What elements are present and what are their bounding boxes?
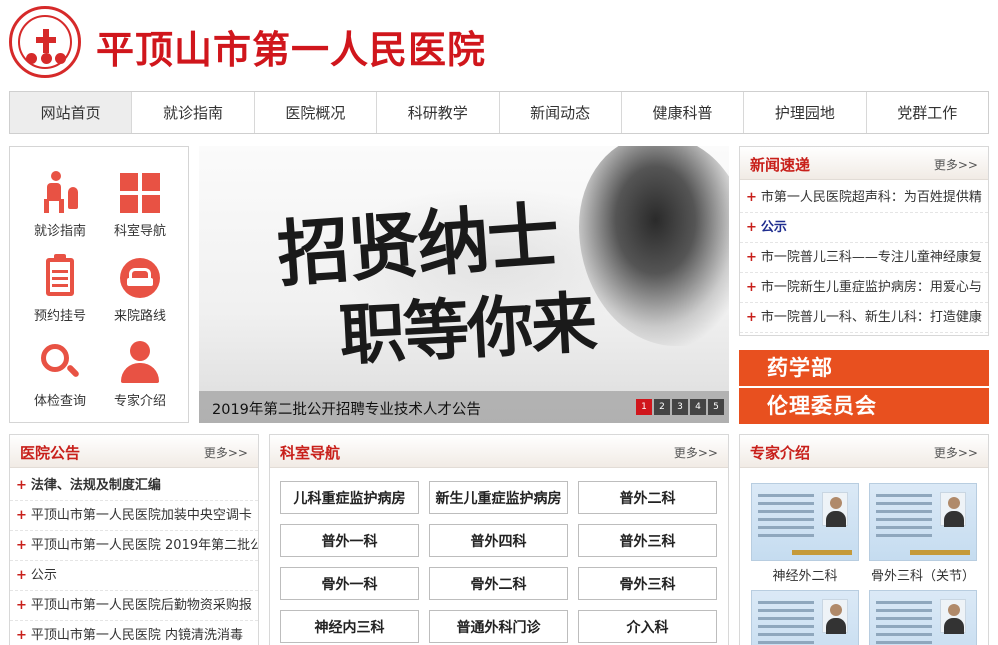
- clipboard-icon: [38, 254, 82, 300]
- quick-link-route[interactable]: 来院路线: [100, 242, 180, 324]
- notices-panel: 医院公告 更多>> + 法律、法规及制度汇编 + 平顶山市第一人民医院加装中央空调卡…: [9, 434, 259, 645]
- quick-link-label: 来院路线: [113, 309, 166, 324]
- hospital-logo-seal[interactable]: [9, 6, 81, 78]
- banner-page-1[interactable]: 1: [636, 399, 652, 415]
- nav-item-research-teaching[interactable]: 科研教学: [377, 92, 500, 133]
- ethics-committee-banner[interactable]: 伦理委员会: [739, 388, 989, 424]
- quick-link-checkup-query[interactable]: 体检查询: [20, 327, 100, 409]
- dept-button[interactable]: 介入科: [578, 610, 717, 643]
- banner-caption-bar: 2019年第二批公开招聘专业技术人才公告 1 2 3 4 5: [199, 391, 729, 423]
- site-header: 平顶山市第一人民医院: [0, 0, 998, 85]
- nav-item-health-science[interactable]: 健康科普: [622, 92, 745, 133]
- expert-profile-image: [751, 483, 859, 561]
- news-panel: 新闻速递 更多>> + 市第一人民医院超声科：为百姓提供精 + 公示 + 市一院普儿三…: [739, 146, 989, 336]
- departments-panel: 科室导航 更多>> 儿科重症监护病房 新生儿重症监护病房 普外二科 普外一科 普…: [269, 434, 729, 645]
- banner-pager: 1 2 3 4 5: [636, 399, 724, 415]
- dept-button[interactable]: 普通外科门诊: [429, 610, 568, 643]
- news-item[interactable]: + 市一院普儿三科——专注儿童神经康复: [740, 243, 988, 273]
- dept-button[interactable]: 新生儿重症监护病房: [429, 481, 568, 514]
- panel-header: 科室导航 更多>>: [270, 435, 728, 468]
- dept-button[interactable]: 普外四科: [429, 524, 568, 557]
- notice-item[interactable]: + 平顶山市第一人民医院 2019年第二批公: [10, 531, 258, 561]
- notices-list: + 法律、法规及制度汇编 + 平顶山市第一人民医院加装中央空调卡 + 平顶山市第一人民…: [10, 468, 258, 645]
- notice-item[interactable]: + 平顶山市第一人民医院加装中央空调卡: [10, 501, 258, 531]
- expert-dept: 神经外二科: [772, 569, 838, 584]
- nav-item-party-work[interactable]: 党群工作: [867, 92, 988, 133]
- banner-page-4[interactable]: 4: [690, 399, 706, 415]
- experts-panel: 专家介绍 更多>> 神经外二科 骨外三科（关节）: [739, 434, 989, 645]
- car-icon: [118, 256, 162, 300]
- expert-card[interactable]: 骨外三科（关节）: [869, 483, 977, 584]
- dept-button[interactable]: 神经内三科: [280, 610, 419, 643]
- notice-item[interactable]: + 平顶山市第一人民医院后勤物资采购报: [10, 591, 258, 621]
- banner-subheadline: 职等你来: [337, 283, 598, 375]
- news-item[interactable]: + 市一院新生儿重症监护病房：用爱心与: [740, 273, 988, 303]
- panel-title: 新闻速递: [750, 156, 811, 174]
- person-icon: [118, 341, 162, 385]
- walking-people-icon: [38, 171, 82, 215]
- banner-page-5[interactable]: 5: [708, 399, 724, 415]
- experts-more-link[interactable]: 更多>>: [934, 444, 978, 461]
- nav-item-visit-guide[interactable]: 就诊指南: [132, 92, 255, 133]
- expert-card[interactable]: [751, 590, 859, 645]
- nav-item-home[interactable]: 网站首页: [10, 92, 133, 133]
- quick-link-label: 专家介绍: [113, 394, 166, 409]
- expert-profile-image: [869, 483, 977, 561]
- quick-link-dept-nav[interactable]: 科室导航: [100, 157, 180, 239]
- banner-page-2[interactable]: 2: [654, 399, 670, 415]
- quick-link-label: 体检查询: [33, 394, 86, 409]
- dept-button[interactable]: 儿科重症监护病房: [280, 481, 419, 514]
- panel-header: 新闻速递 更多>>: [740, 147, 988, 180]
- dept-button[interactable]: 普外三科: [578, 524, 717, 557]
- recruitment-banner[interactable]: 招贤纳士 职等你来 2019年第二批公开招聘专业技术人才公告 1 2 3 4 5: [199, 146, 729, 423]
- quick-link-label: 就诊指南: [33, 224, 86, 239]
- dept-button[interactable]: 骨外一科: [280, 567, 419, 600]
- news-item[interactable]: + 公示: [740, 213, 988, 243]
- dept-button[interactable]: 普外一科: [280, 524, 419, 557]
- notices-more-link[interactable]: 更多>>: [204, 444, 248, 461]
- expert-profile-image: [869, 590, 977, 645]
- notice-item[interactable]: + 法律、法规及制度汇编: [10, 471, 258, 501]
- banner-page-3[interactable]: 3: [672, 399, 688, 415]
- nav-item-news[interactable]: 新闻动态: [500, 92, 622, 133]
- news-item[interactable]: + 市一院普儿一科、新生儿科：打造健康: [740, 303, 988, 333]
- nav-item-hospital-overview[interactable]: 医院概况: [255, 92, 378, 133]
- expert-profile-image: [751, 590, 859, 645]
- quick-links-panel: 就诊指南 科室导航 预约挂号 来院路线 体检查询 专家介绍: [9, 146, 189, 423]
- dept-button[interactable]: 骨外三科: [578, 567, 717, 600]
- news-item[interactable]: + 市第一人民医院超声科：为百姓提供精: [740, 183, 988, 213]
- flower-emblem-icon: [26, 53, 66, 65]
- pharmacy-dept-banner[interactable]: 药学部: [739, 350, 989, 386]
- dept-button[interactable]: 骨外二科: [429, 567, 568, 600]
- quick-link-experts[interactable]: 专家介绍: [100, 327, 180, 409]
- nav-item-nursing[interactable]: 护理园地: [744, 92, 867, 133]
- panel-title: 医院公告: [20, 444, 81, 462]
- panel-title: 科室导航: [280, 444, 341, 462]
- panel-header: 医院公告 更多>>: [10, 435, 258, 468]
- magnifier-icon: [38, 341, 82, 385]
- expert-card[interactable]: [869, 590, 977, 645]
- quick-link-appointment[interactable]: 预约挂号: [20, 242, 100, 324]
- notice-item[interactable]: + 公示: [10, 561, 258, 591]
- banner-caption[interactable]: 2019年第二批公开招聘专业技术人才公告: [212, 398, 481, 419]
- news-more-link[interactable]: 更多>>: [934, 156, 978, 173]
- news-list: + 市第一人民医院超声科：为百姓提供精 + 公示 + 市一院普儿三科——专注儿童神经康…: [740, 180, 988, 333]
- panel-title: 专家介绍: [750, 444, 811, 462]
- expert-dept: 骨外三科（关节）: [870, 569, 975, 584]
- quick-link-label: 科室导航: [113, 224, 166, 239]
- main-nav: 网站首页 就诊指南 医院概况 科研教学 新闻动态 健康科普 护理园地 党群工作: [9, 91, 989, 134]
- departments-grid: 儿科重症监护病房 新生儿重症监护病房 普外二科 普外一科 普外四科 普外三科 骨…: [280, 481, 720, 643]
- site-title: 平顶山市第一人民医院: [96, 27, 487, 72]
- dept-button[interactable]: 普外二科: [578, 481, 717, 514]
- expert-card[interactable]: 神经外二科: [751, 483, 859, 584]
- quick-link-label: 预约挂号: [33, 309, 86, 324]
- notice-item[interactable]: + 平顶山市第一人民医院 内镜清洗消毒: [10, 621, 258, 645]
- grid-icon: [118, 171, 162, 215]
- departments-more-link[interactable]: 更多>>: [674, 444, 718, 461]
- red-cross-icon: [36, 29, 56, 53]
- quick-link-visit-guide[interactable]: 就诊指南: [20, 157, 100, 239]
- panel-header: 专家介绍 更多>>: [740, 435, 988, 468]
